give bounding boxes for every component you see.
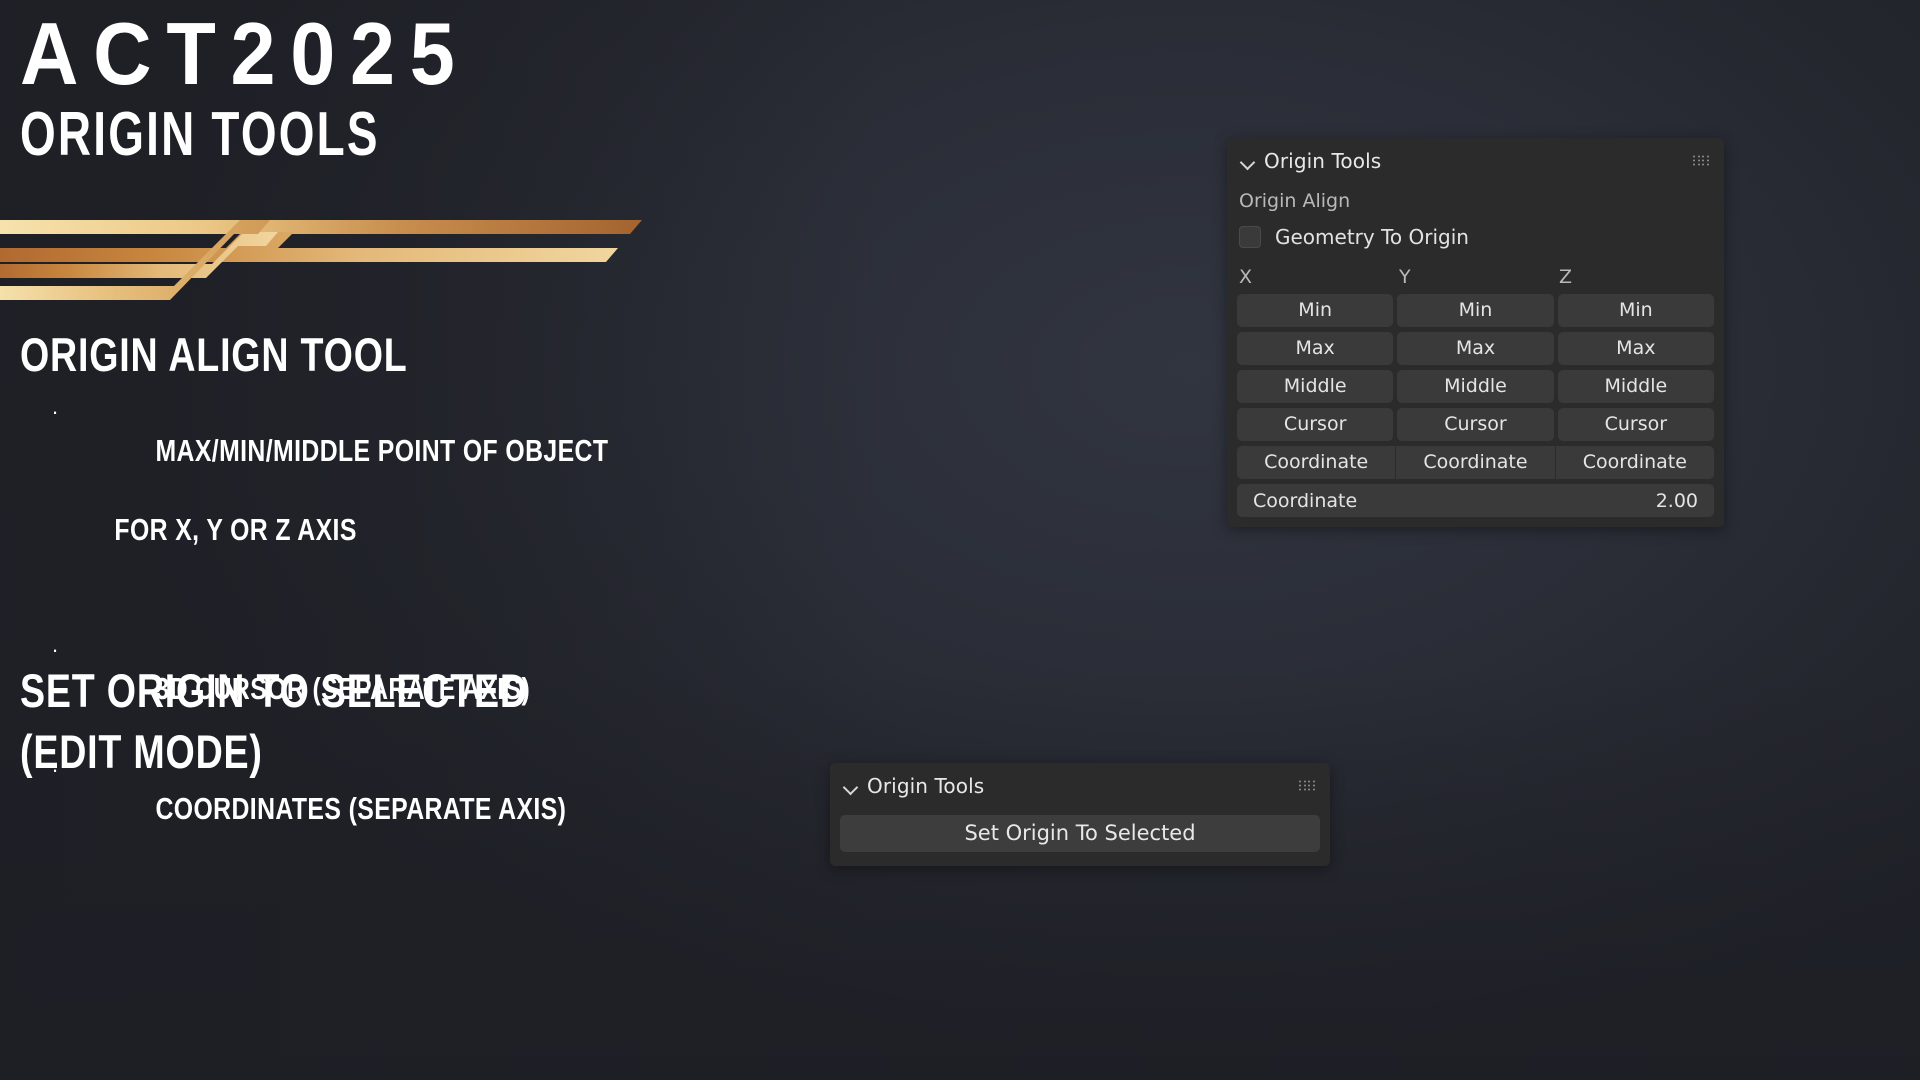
geometry-to-origin-label: Geometry To Origin bbox=[1275, 225, 1469, 249]
panel-title: Origin Tools bbox=[1264, 149, 1382, 173]
chevron-down-icon[interactable] bbox=[1239, 153, 1256, 170]
section-heading-set-origin-line-1: SET ORIGIN TO SELECTED bbox=[20, 664, 528, 717]
max-y-button[interactable]: Max bbox=[1397, 332, 1554, 365]
chevron-down-icon[interactable] bbox=[842, 778, 859, 795]
panel-header[interactable]: Origin Tools bbox=[1237, 146, 1714, 176]
section-heading-set-origin: SET ORIGIN TO SELECTED (EDIT MODE) bbox=[20, 660, 528, 782]
cursor-z-button[interactable]: Cursor bbox=[1557, 408, 1714, 441]
geometry-to-origin-checkbox-row[interactable]: Geometry To Origin bbox=[1239, 224, 1714, 250]
axis-header-row: X Y Z bbox=[1237, 266, 1714, 288]
feature-bullet-list: · MAX/MIN/MIDDLE POINT OF OBJECT FOR X, … bbox=[20, 392, 740, 868]
panel-title: Origin Tools bbox=[867, 774, 985, 798]
origin-align-label: Origin Align bbox=[1239, 190, 1351, 212]
set-origin-to-selected-button[interactable]: Set Origin To Selected bbox=[840, 815, 1320, 852]
middle-z-button[interactable]: Middle bbox=[1557, 370, 1714, 403]
list-item: · MAX/MIN/MIDDLE POINT OF OBJECT FOR X, … bbox=[20, 392, 740, 628]
origin-tools-edit-mode-panel: Origin Tools Set Origin To Selected bbox=[830, 763, 1330, 866]
middle-x-button[interactable]: Middle bbox=[1237, 370, 1394, 403]
coordinate-z-button[interactable]: Coordinate bbox=[1555, 446, 1714, 479]
checkbox-icon[interactable] bbox=[1239, 226, 1261, 248]
list-item-label: MAX/MIN/MIDDLE POINT OF OBJECT FOR X, Y … bbox=[68, 392, 608, 628]
section-heading-origin-align: ORIGIN ALIGN TOOL bbox=[20, 328, 408, 381]
min-y-button[interactable]: Min bbox=[1397, 294, 1554, 327]
title-block: ACT2025 ORIGIN TOOLS bbox=[20, 10, 509, 166]
cursor-y-button[interactable]: Cursor bbox=[1397, 408, 1554, 441]
coordinate-y-button[interactable]: Coordinate bbox=[1396, 446, 1555, 479]
max-x-button[interactable]: Max bbox=[1237, 332, 1394, 365]
cursor-button-row: Cursor Cursor Cursor bbox=[1237, 408, 1714, 441]
axis-label-x: X bbox=[1239, 266, 1253, 288]
max-button-row: Max Max Max bbox=[1237, 332, 1714, 365]
min-x-button[interactable]: Min bbox=[1237, 294, 1394, 327]
left-content-column: ACT2025 ORIGIN TOOLS ORIGIN ALIGN TOOL ·… bbox=[0, 0, 760, 1080]
coordinate-field-value: 2.00 bbox=[1655, 489, 1698, 512]
drag-handle-icon[interactable] bbox=[1693, 155, 1710, 167]
bullet-dot-icon: · bbox=[51, 398, 59, 424]
cursor-x-button[interactable]: Cursor bbox=[1237, 408, 1394, 441]
min-button-row: Min Min Min bbox=[1237, 294, 1714, 327]
panel-header[interactable]: Origin Tools bbox=[840, 771, 1320, 801]
drag-handle-icon[interactable] bbox=[1299, 780, 1316, 792]
body-content: ORIGIN ALIGN TOOL · MAX/MIN/MIDDLE POINT… bbox=[20, 330, 740, 870]
origin-tools-panel: Origin Tools Origin Align Geometry To Or… bbox=[1227, 138, 1724, 527]
coordinate-value-field[interactable]: Coordinate 2.00 bbox=[1237, 484, 1714, 517]
middle-y-button[interactable]: Middle bbox=[1397, 370, 1554, 403]
axis-label-z: Z bbox=[1559, 266, 1573, 288]
list-item-line-2: FOR X, Y OR Z AXIS bbox=[114, 511, 357, 547]
list-item-line-1: MAX/MIN/MIDDLE POINT OF OBJECT bbox=[155, 433, 609, 469]
coordinate-field-label: Coordinate bbox=[1253, 489, 1358, 512]
coordinate-x-button[interactable]: Coordinate bbox=[1237, 446, 1396, 479]
slide-root: ACT2025 ORIGIN TOOLS ORIGIN ALIGN TOOL ·… bbox=[0, 0, 1920, 1080]
section-heading-set-origin-line-2: (EDIT MODE) bbox=[20, 725, 263, 779]
coordinate-button-row: Coordinate Coordinate Coordinate bbox=[1237, 446, 1714, 479]
page-title: ACT2025 bbox=[20, 4, 470, 103]
max-z-button[interactable]: Max bbox=[1557, 332, 1714, 365]
min-z-button[interactable]: Min bbox=[1557, 294, 1714, 327]
page-subtitle: ORIGIN TOOLS bbox=[20, 100, 380, 169]
list-item-line-1: COORDINATES (SEPARATE AXIS) bbox=[155, 791, 567, 827]
axis-label-y: Y bbox=[1399, 266, 1411, 288]
gold-ribbon-decoration bbox=[0, 220, 642, 300]
middle-button-row: Middle Middle Middle bbox=[1237, 370, 1714, 403]
